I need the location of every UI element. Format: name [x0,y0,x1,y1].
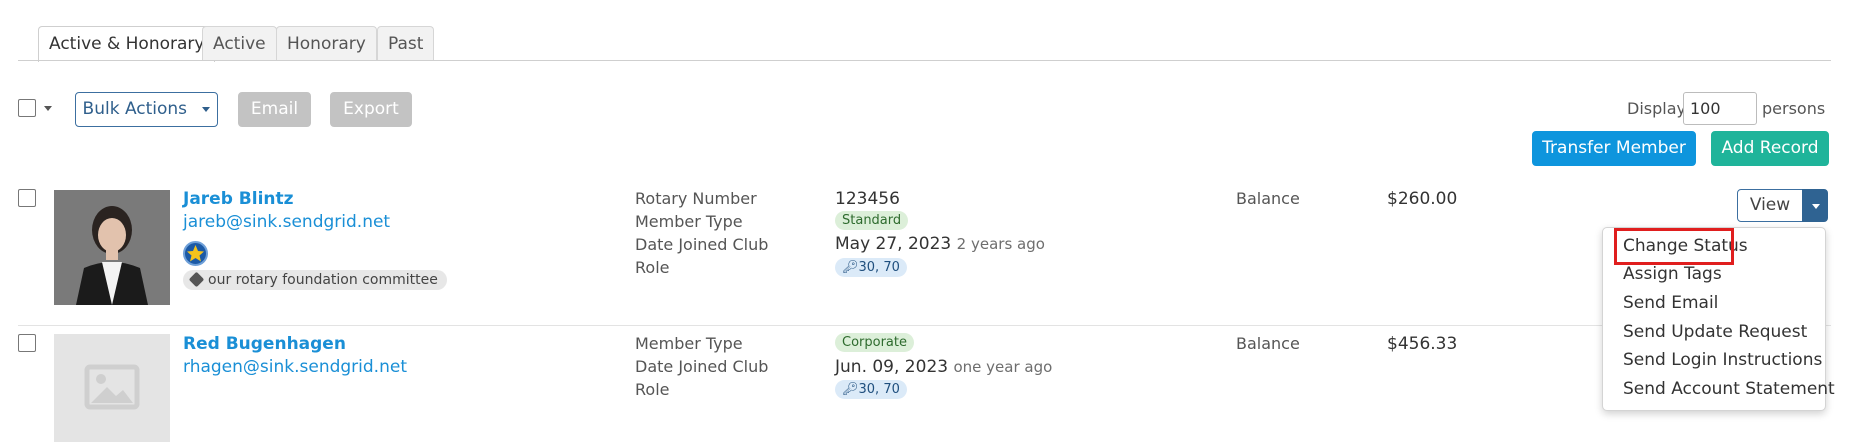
row-checkbox[interactable] [18,334,36,352]
bulk-actions-label: Bulk Actions [82,99,188,119]
avatar[interactable] [54,190,170,305]
role-label: Role [635,380,670,399]
chevron-down-icon [202,106,211,112]
member-type-label: Member Type [635,334,743,353]
role-badge: 🔑︎30, 70 [835,380,907,399]
persons-label: persons [1762,99,1826,118]
avatar-placeholder[interactable] [54,334,170,442]
role-value: 30, 70 [858,260,900,275]
menu-item-send-account-statement[interactable]: Send Account Statement [1623,379,1835,399]
rotary-number-label: Rotary Number [635,189,757,208]
tabs-divider [18,60,1831,61]
select-all-dropdown-caret[interactable] [44,106,52,111]
highlight-box [1614,228,1734,265]
date-joined-date: Jun. 09, 2023 [835,357,949,377]
member-type-label: Member Type [635,212,743,231]
transfer-member-button[interactable]: Transfer Member [1532,131,1696,166]
email-button[interactable]: Email [238,92,311,127]
balance-value: $456.33 [1387,334,1458,354]
tab-active[interactable]: Active [202,26,277,61]
view-dropdown-toggle[interactable] [1802,189,1828,222]
key-icon: 🔑︎ [842,260,859,275]
display-label: Display [1627,99,1686,118]
key-icon: 🔑︎ [842,382,859,397]
date-joined-date: May 27, 2023 [835,234,952,254]
display-count-input[interactable] [1683,92,1757,125]
tab-active-honorary[interactable]: Active & Honorary [38,26,216,62]
balance-value: $260.00 [1387,189,1458,209]
view-button[interactable]: View [1737,189,1803,222]
member-email[interactable]: rhagen@sink.sendgrid.net [183,357,407,377]
balance-label: Balance [1236,189,1300,208]
tab-past[interactable]: Past [377,26,435,61]
chevron-down-icon [1812,204,1820,209]
tab-honorary[interactable]: Honorary [276,26,377,61]
menu-item-assign-tags[interactable]: Assign Tags [1623,264,1722,284]
role-badge: 🔑︎30, 70 [835,258,907,277]
date-joined-relative: 2 years ago [956,235,1045,253]
role-label: Role [635,258,670,277]
row-checkbox[interactable] [18,189,36,207]
row-divider [18,325,1831,326]
balance-label: Balance [1236,334,1300,353]
rotary-number-value: 123456 [835,189,900,209]
image-placeholder-icon [54,334,170,442]
date-joined-label: Date Joined Club [635,235,769,254]
menu-item-send-login-instructions[interactable]: Send Login Instructions [1623,350,1822,370]
tag-label: our rotary foundation committee [208,272,438,288]
star-icon [183,241,208,266]
bulk-actions-button[interactable]: Bulk Actions [75,92,218,127]
add-record-button[interactable]: Add Record [1711,131,1829,166]
date-joined-value: May 27, 2023 2 years ago [835,234,1045,254]
member-tag[interactable]: our rotary foundation committee [183,270,447,290]
member-type-badge: Corporate [835,333,914,352]
member-photo [54,190,170,305]
member-type-badge: Standard [835,211,909,230]
date-joined-relative: one year ago [953,358,1053,376]
member-email[interactable]: jareb@sink.sendgrid.net [183,212,390,232]
date-joined-label: Date Joined Club [635,357,769,376]
tag-icon [188,271,205,288]
date-joined-value: Jun. 09, 2023 one year ago [835,357,1052,377]
menu-item-send-update-request[interactable]: Send Update Request [1623,322,1807,342]
export-button[interactable]: Export [330,92,412,127]
menu-item-send-email[interactable]: Send Email [1623,293,1718,313]
select-all-checkbox[interactable] [18,99,36,117]
member-name[interactable]: Red Bugenhagen [183,334,346,354]
member-name[interactable]: Jareb Blintz [183,189,294,209]
role-value: 30, 70 [858,382,900,397]
